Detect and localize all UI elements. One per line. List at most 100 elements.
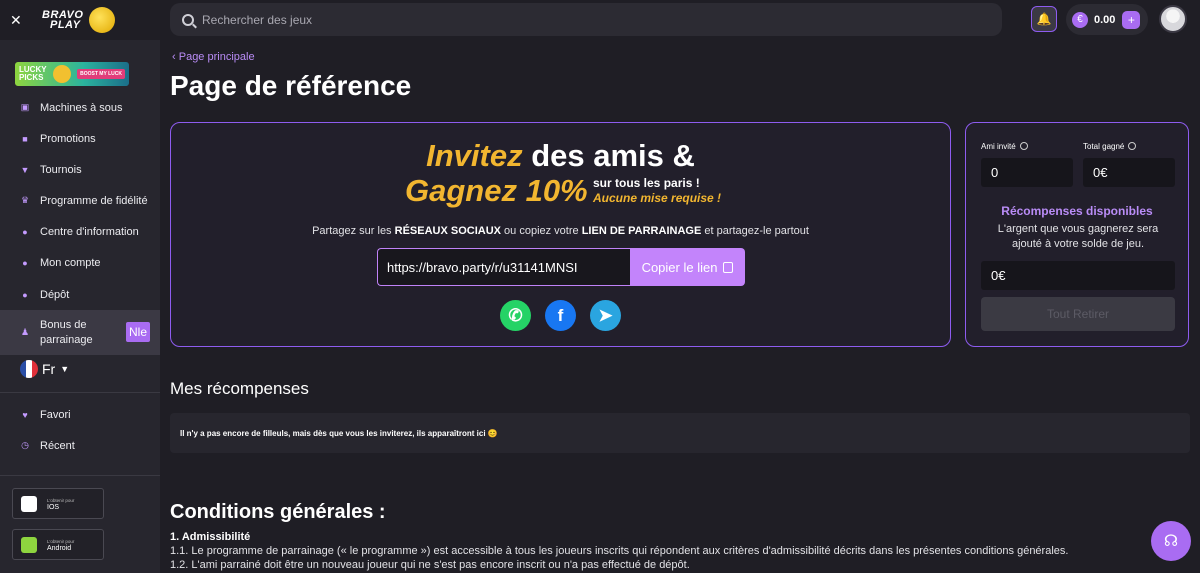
telegram-icon[interactable]: ➤ bbox=[590, 300, 621, 331]
slot-machine-icon: ▣ bbox=[20, 102, 30, 112]
headline-sub-1: sur tous les paris ! bbox=[593, 176, 700, 190]
store-name: Android bbox=[47, 544, 72, 552]
rewards-description: L'argent que vous gagnerez sera ajouté à… bbox=[997, 223, 1159, 250]
whatsapp-icon[interactable]: ✆ bbox=[500, 300, 531, 331]
headline-invite-word: Invitez bbox=[426, 138, 523, 173]
logo[interactable]: BRAVO PLAY bbox=[42, 10, 83, 31]
chevron-down-icon: ▼ bbox=[60, 364, 70, 374]
lucky-line-2: PICKS bbox=[19, 73, 44, 82]
store-small-label: L'obtenir pour bbox=[47, 538, 75, 544]
lucky-picks-banner[interactable]: LUCKY PICKS BOOST MY LUCK bbox=[15, 62, 129, 86]
france-flag-icon bbox=[20, 360, 38, 378]
sidebar-divider bbox=[0, 392, 160, 393]
rewards-section-title: Mes récompenses bbox=[170, 379, 309, 398]
wallet-balance[interactable]: € 0.00 + bbox=[1066, 4, 1148, 35]
store-small-label: L'obtenir pour bbox=[47, 497, 75, 503]
ios-store-button[interactable]: L'obtenir pour IOS bbox=[12, 488, 104, 519]
desc-social: RÉSEAUX SOCIAUX bbox=[394, 225, 501, 237]
sidebar-item-referral[interactable]: ♟ Bonus de parrainage Nle bbox=[0, 310, 160, 355]
desc-part: Partagez sur les bbox=[312, 225, 395, 237]
copy-icon bbox=[723, 261, 734, 273]
rewards-value: 0€ bbox=[981, 261, 1175, 290]
headline-sub-2: Aucune mise requise ! bbox=[593, 191, 722, 205]
sidebar-item-label: Dépôt bbox=[40, 288, 70, 301]
share-description: Partagez sur les RÉSEAUX SOCIAUX ou copi… bbox=[171, 225, 950, 237]
copy-link-label: Copier le lien bbox=[641, 259, 718, 275]
chevron-left-icon: ‹ bbox=[172, 51, 179, 63]
euro-icon: € bbox=[1072, 11, 1088, 28]
gift-icon: ■ bbox=[22, 133, 28, 144]
info-icon: ● bbox=[22, 226, 28, 237]
page-title: Page de référence bbox=[170, 70, 412, 101]
duck-mascot-icon bbox=[89, 7, 116, 33]
language-label: Fr bbox=[42, 361, 56, 377]
boost-badge: BOOST MY LUCK bbox=[77, 69, 125, 79]
info-icon[interactable] bbox=[1019, 142, 1028, 150]
invite-headline: Invitez des amis & bbox=[171, 138, 950, 174]
sidebar-item-slots[interactable]: ▣ Machines à sous bbox=[0, 98, 160, 117]
referral-icon: ♟ bbox=[20, 327, 30, 337]
sidebar-item-info-center[interactable]: ● Centre d'information bbox=[0, 222, 160, 241]
clock-icon: ◷ bbox=[21, 440, 29, 450]
language-selector[interactable]: Fr ▼ bbox=[20, 360, 69, 378]
sidebar-item-deposit[interactable]: ● Dépôt bbox=[0, 285, 160, 304]
sidebar-item-label: Promotions bbox=[40, 132, 96, 145]
breadcrumb[interactable]: ‹ Page principale bbox=[172, 51, 255, 63]
search-icon bbox=[182, 13, 194, 26]
sidebar: ✕ BRAVO PLAY LUCKY PICKS BOOST MY LUCK ▣… bbox=[0, 0, 160, 573]
sidebar-item-favorites[interactable]: ♥ Favori bbox=[0, 405, 160, 424]
copy-link-button[interactable]: Copier le lien bbox=[630, 248, 745, 286]
invite-card: Invitez des amis & Gagnez 10% sur tous l… bbox=[170, 122, 951, 347]
sidebar-item-label: Récent bbox=[40, 439, 75, 452]
logo-row: ✕ BRAVO PLAY bbox=[0, 0, 160, 40]
earned-total: 0€ bbox=[1083, 158, 1175, 187]
sidebar-item-account[interactable]: ● Mon compte bbox=[0, 253, 160, 272]
lucky-picks-title: LUCKY PICKS bbox=[19, 66, 47, 82]
sidebar-item-loyalty[interactable]: ♛ Programme de fidélité bbox=[0, 191, 160, 210]
crown-icon: ♛ bbox=[20, 195, 30, 205]
breadcrumb-label: Page principale bbox=[178, 51, 255, 63]
invited-label: Ami invité bbox=[981, 142, 1028, 151]
search-input[interactable]: Rechercher des jeux bbox=[170, 3, 1002, 36]
new-badge: Nle bbox=[125, 322, 150, 342]
support-chat-icon[interactable]: ☊ bbox=[1151, 521, 1191, 561]
conditions-paragraph: 1.1. Le programme de parrainage (« le pr… bbox=[170, 545, 1069, 557]
rewards-title: Récompenses disponibles bbox=[1001, 204, 1153, 218]
referral-link-field[interactable]: https://bravo.party/r/u31141MNSI bbox=[377, 248, 631, 286]
sidebar-item-label: Bonus de parrainage bbox=[40, 318, 93, 346]
logo-line-2: PLAY bbox=[50, 19, 81, 31]
sidebar-divider bbox=[0, 475, 160, 476]
sidebar-item-recent[interactable]: ◷ Récent bbox=[0, 436, 160, 455]
coin-icon bbox=[52, 65, 71, 83]
info-icon[interactable] bbox=[1128, 142, 1137, 150]
apple-icon bbox=[21, 495, 37, 512]
store-text: L'obtenir pour IOS bbox=[47, 497, 74, 511]
sidebar-item-label: Programme de fidélité bbox=[40, 194, 148, 207]
android-store-button[interactable]: L'obtenir pour Android bbox=[12, 529, 104, 560]
desc-part: et partagez-le partout bbox=[701, 225, 809, 237]
withdraw-all-button[interactable]: Tout Retirer bbox=[981, 297, 1175, 331]
facebook-icon[interactable]: f bbox=[545, 300, 576, 331]
user-icon: ● bbox=[22, 257, 28, 268]
rewards-empty-message: Il n'y a pas encore de filleuls, mais dè… bbox=[170, 413, 1190, 453]
conditions-paragraph: 1.2. L'ami parrainé doit être un nouveau… bbox=[170, 559, 690, 571]
sidebar-item-promotions[interactable]: ■ Promotions bbox=[0, 129, 160, 148]
desc-link: LIEN DE PARRAINAGE bbox=[581, 225, 702, 237]
desc-part: ou copiez votre bbox=[500, 225, 582, 237]
sidebar-item-label: Machines à sous bbox=[40, 101, 123, 114]
conditions-heading: 1. Admissibilité bbox=[170, 531, 251, 543]
balance-value: 0.00 bbox=[1094, 13, 1116, 26]
add-funds-button[interactable]: + bbox=[1122, 10, 1141, 29]
deposit-icon: ● bbox=[22, 289, 28, 300]
invited-label-text: Ami invité bbox=[981, 142, 1016, 151]
earned-label-text: Total gagné bbox=[1083, 142, 1125, 151]
store-text: L'obtenir pour Android bbox=[47, 538, 74, 552]
search-placeholder: Rechercher des jeux bbox=[202, 12, 313, 27]
sidebar-item-label: Mon compte bbox=[40, 256, 101, 269]
avatar[interactable] bbox=[1159, 5, 1187, 33]
notification-bell-icon[interactable]: 🔔 bbox=[1031, 6, 1057, 32]
close-icon[interactable]: ✕ bbox=[10, 12, 24, 29]
headline-rest: des amis & bbox=[522, 138, 695, 173]
earned-label: Total gagné bbox=[1083, 142, 1137, 151]
sidebar-item-tournaments[interactable]: ▼ Tournois bbox=[0, 160, 160, 179]
